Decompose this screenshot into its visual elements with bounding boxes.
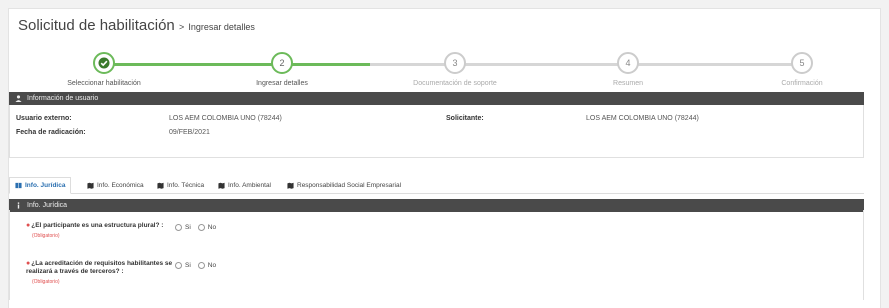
radio-label-no: No <box>207 262 217 269</box>
step-1-circle <box>93 52 115 74</box>
radio-group-plural-structure: Si No <box>175 224 223 231</box>
radio-group-third-party: Si No <box>175 262 223 269</box>
map-icon <box>87 182 94 189</box>
required-note: (Obligatorio) <box>32 279 60 285</box>
user-info-title: Información de usuario <box>27 95 99 102</box>
step-3-circle: 3 <box>444 52 466 74</box>
tab-info-tecnica-label: Info. Técnica <box>167 182 205 189</box>
filing-date-value: 09/FEB/2021 <box>169 129 210 136</box>
step-5-circle: 5 <box>791 52 813 74</box>
tab-info-juridica-label: Info. Jurídica <box>25 182 66 189</box>
required-marker: ● <box>26 222 31 229</box>
user-icon <box>15 95 22 102</box>
required-note: (Obligatorio) <box>32 233 60 239</box>
step-4[interactable]: 4 Resumen <box>558 52 698 87</box>
question-plural-structure: ●¿El participante es una estructura plur… <box>26 222 176 240</box>
step-3-label: Documentación de soporte <box>413 80 497 87</box>
step-2[interactable]: 2 Ingresar detalles <box>212 52 352 87</box>
map-icon <box>157 182 164 189</box>
user-info-header: Información de usuario <box>9 92 864 105</box>
step-5[interactable]: 5 Confirmación <box>732 52 872 87</box>
question-plural-structure-text: ¿El participante es una estructura plura… <box>31 222 164 229</box>
tab-info-ambiental-label: Info. Ambiental <box>228 182 271 189</box>
check-icon <box>98 57 110 69</box>
breadcrumb-separator: > <box>178 22 185 32</box>
radio-third-party-si[interactable] <box>175 262 182 269</box>
tab-responsabilidad-social[interactable]: Responsabilidad Social Empresarial <box>287 177 401 194</box>
step-2-circle: 2 <box>271 52 293 74</box>
external-user-label: Usuario externo: <box>16 115 72 122</box>
question-third-party-text: ¿La acreditación de requisitos habilitan… <box>26 260 173 275</box>
step-5-label: Confirmación <box>781 80 823 87</box>
book-icon <box>15 182 22 189</box>
question-third-party: ●¿La acreditación de requisitos habilita… <box>26 260 176 286</box>
tab-info-ambiental[interactable]: Info. Ambiental <box>218 177 271 194</box>
tab-info-economica[interactable]: Info. Económica <box>87 177 144 194</box>
map-icon <box>287 182 294 189</box>
legal-info-title: Info. Jurídica <box>27 202 68 209</box>
breadcrumb: Ingresar detalles <box>188 22 255 32</box>
info-icon <box>15 202 22 209</box>
map-icon <box>218 182 225 189</box>
tab-info-economica-label: Info. Económica <box>97 182 144 189</box>
tab-responsabilidad-social-label: Responsabilidad Social Empresarial <box>297 182 402 189</box>
step-1[interactable]: Seleccionar habilitación <box>34 52 174 87</box>
tab-info-juridica[interactable]: Info. Jurídica <box>9 177 72 194</box>
step-4-circle: 4 <box>617 52 639 74</box>
applicant-label: Solicitante: <box>446 115 484 122</box>
legal-info-form: ●¿El participante es una estructura plur… <box>9 210 864 300</box>
applicant-value: LOS AEM COLOMBIA UNO (78244) <box>586 115 699 122</box>
radio-plural-structure-si[interactable] <box>175 224 182 231</box>
radio-third-party-no[interactable] <box>197 262 205 269</box>
info-tabs: Info. Jurídica Info. Económica Info. Téc… <box>9 177 864 194</box>
radio-label-no: No <box>207 224 217 231</box>
radio-label-si: Si <box>185 224 191 231</box>
user-info-panel: Usuario externo: LOS AEM COLOMBIA UNO (7… <box>9 105 864 158</box>
radio-plural-structure-no[interactable] <box>197 224 205 231</box>
step-3[interactable]: 3 Documentación de soporte <box>385 52 525 87</box>
required-marker: ● <box>26 260 31 267</box>
tab-info-tecnica[interactable]: Info. Técnica <box>157 177 204 194</box>
page-title-text: Solicitud de habilitación <box>18 17 175 34</box>
step-2-label: Ingresar detalles <box>256 80 308 87</box>
step-1-label: Seleccionar habilitación <box>67 80 141 87</box>
page-title: Solicitud de habilitación > Ingresar det… <box>18 17 255 34</box>
filing-date-label: Fecha de radicación: <box>16 129 86 136</box>
step-4-label: Resumen <box>613 80 643 87</box>
radio-label-si: Si <box>185 262 191 269</box>
external-user-value: LOS AEM COLOMBIA UNO (78244) <box>169 115 282 122</box>
